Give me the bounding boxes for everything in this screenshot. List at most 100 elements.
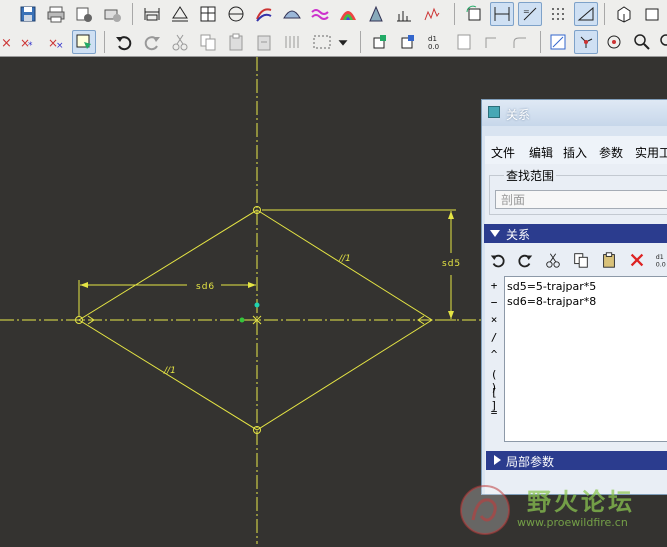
scope-select[interactable]: 剖面	[495, 190, 667, 209]
sd6-arrow-right	[248, 282, 256, 288]
relations-text-area[interactable]: sd5=5-trajpar*5 sd6=8-trajpar*8	[504, 276, 667, 442]
hide-icon[interactable]: × *	[16, 30, 40, 54]
print-icon[interactable]	[44, 2, 68, 26]
svg-text:d1: d1	[656, 254, 664, 261]
forum-watermark: 野火论坛 www.proewildfire.cn	[455, 478, 667, 544]
relations-toolbar: d1 0.0	[484, 246, 667, 274]
zoom-icon[interactable]	[630, 30, 654, 54]
sd5-arrow-bottom	[448, 311, 454, 319]
delete-all-icon[interactable]: × ×	[44, 30, 68, 54]
sd6-arrow-left	[80, 282, 88, 288]
copy-icon[interactable]	[196, 30, 220, 54]
erase-icon[interactable]	[100, 2, 124, 26]
relations-menubar: 文件 编辑 插入 参数 实用工	[485, 136, 667, 164]
dimension-icon[interactable]	[140, 2, 164, 26]
select-box-icon[interactable]	[310, 30, 334, 54]
view-icon[interactable]	[574, 2, 598, 26]
op-divide[interactable]: /	[486, 331, 502, 344]
watermark-logo-icon	[460, 485, 510, 535]
equal-constraint-bottom[interactable]: //1	[163, 366, 176, 376]
sketch-icon[interactable]	[252, 2, 276, 26]
copy-icon[interactable]	[570, 249, 592, 271]
main-toolbar: = × × * × × d1 0.0	[0, 0, 667, 57]
delete-icon[interactable]	[626, 249, 648, 271]
op-multiply[interactable]: ×	[486, 313, 502, 326]
param-icon[interactable]: d1 0.0	[424, 30, 448, 54]
node-icon[interactable]	[574, 30, 598, 54]
menu-file[interactable]: 文件	[491, 144, 515, 161]
save-icon[interactable]	[16, 2, 40, 26]
sketch-mode-icon[interactable]	[72, 30, 96, 54]
palette-icon[interactable]	[336, 2, 360, 26]
app-icon	[488, 106, 500, 118]
svg-text:=: =	[523, 7, 530, 16]
display-icon[interactable]	[546, 30, 570, 54]
table-icon[interactable]	[196, 2, 220, 26]
spin-icon[interactable]	[602, 30, 626, 54]
pattern-icon[interactable]	[280, 30, 304, 54]
svg-text:×: ×	[1, 36, 12, 51]
scope-label: 查找范围	[504, 167, 557, 184]
paste-icon[interactable]	[598, 249, 620, 271]
relation-icon[interactable]: =	[518, 2, 542, 26]
notes-icon[interactable]	[452, 30, 476, 54]
cut-icon[interactable]	[168, 30, 192, 54]
op-equals[interactable]: =	[486, 406, 502, 419]
paste-icon[interactable]	[224, 30, 248, 54]
toolbar-row-1: =	[0, 0, 667, 28]
equal-constraint-top[interactable]: //1	[338, 254, 351, 264]
op-plus[interactable]: +	[486, 279, 502, 292]
trajectory-point-green[interactable]	[239, 317, 245, 323]
relation-line[interactable]: sd5=5-trajpar*5	[507, 279, 667, 294]
rounds-icon[interactable]	[508, 30, 532, 54]
section-icon[interactable]	[224, 2, 248, 26]
svg-text:*: *	[28, 41, 33, 51]
op-power[interactable]: ^	[486, 348, 502, 361]
send-icon[interactable]	[72, 2, 96, 26]
show-dim-icon[interactable]	[490, 2, 514, 26]
redo-icon[interactable]	[140, 30, 164, 54]
paste-special-icon[interactable]	[252, 30, 276, 54]
zoom-out-icon[interactable]	[656, 30, 667, 54]
baseline-icon[interactable]	[168, 2, 192, 26]
trajectory-point-cyan[interactable]	[254, 302, 260, 308]
curvature-icon[interactable]	[420, 2, 444, 26]
watermark-url: www.proewildfire.cn	[517, 516, 628, 529]
svg-text:×: ×	[56, 41, 64, 51]
watermark-title: 野火论坛	[527, 488, 635, 516]
menu-utilities[interactable]: 实用工	[635, 144, 667, 161]
sd5-arrow-top	[448, 211, 454, 219]
mesh-icon[interactable]	[280, 2, 304, 26]
analysis-icon[interactable]	[364, 2, 388, 26]
cube-icon[interactable]	[612, 2, 636, 26]
grid-icon[interactable]	[546, 2, 570, 26]
relations-titlebar[interactable]: 关系	[482, 100, 667, 126]
svg-text:d1: d1	[428, 35, 437, 43]
regenerate-icon[interactable]	[462, 2, 486, 26]
datum-icon[interactable]	[480, 30, 504, 54]
graph-icon[interactable]	[392, 2, 416, 26]
relations-title: 关系	[506, 108, 531, 122]
menu-parameters[interactable]: 参数	[599, 144, 623, 161]
sd5-label[interactable]: sd5	[442, 259, 461, 269]
layer-icon[interactable]	[396, 30, 420, 54]
menu-edit[interactable]: 编辑	[529, 144, 553, 161]
feature-icon[interactable]	[368, 30, 392, 54]
menu-insert[interactable]: 插入	[563, 144, 587, 161]
wave-icon[interactable]	[308, 2, 332, 26]
relation-line[interactable]: sd6=8-trajpar*8	[507, 294, 667, 309]
dropdown-icon[interactable]	[334, 30, 352, 54]
sort-icon[interactable]: d1 0.0	[652, 249, 667, 271]
sd6-label[interactable]: sd6	[196, 282, 215, 292]
svg-text:0.0: 0.0	[656, 261, 666, 268]
undo-icon[interactable]	[112, 30, 136, 54]
expand-icon	[494, 455, 501, 465]
cut-icon[interactable]	[542, 249, 564, 271]
redo-icon[interactable]	[514, 249, 536, 271]
undo-icon[interactable]	[487, 249, 509, 271]
collapse-icon	[490, 230, 500, 237]
orient-icon[interactable]	[640, 2, 664, 26]
relations-section-header[interactable]: 关系	[484, 224, 667, 243]
local-params-header[interactable]: 局部参数	[486, 451, 667, 470]
op-minus[interactable]: −	[486, 296, 502, 309]
